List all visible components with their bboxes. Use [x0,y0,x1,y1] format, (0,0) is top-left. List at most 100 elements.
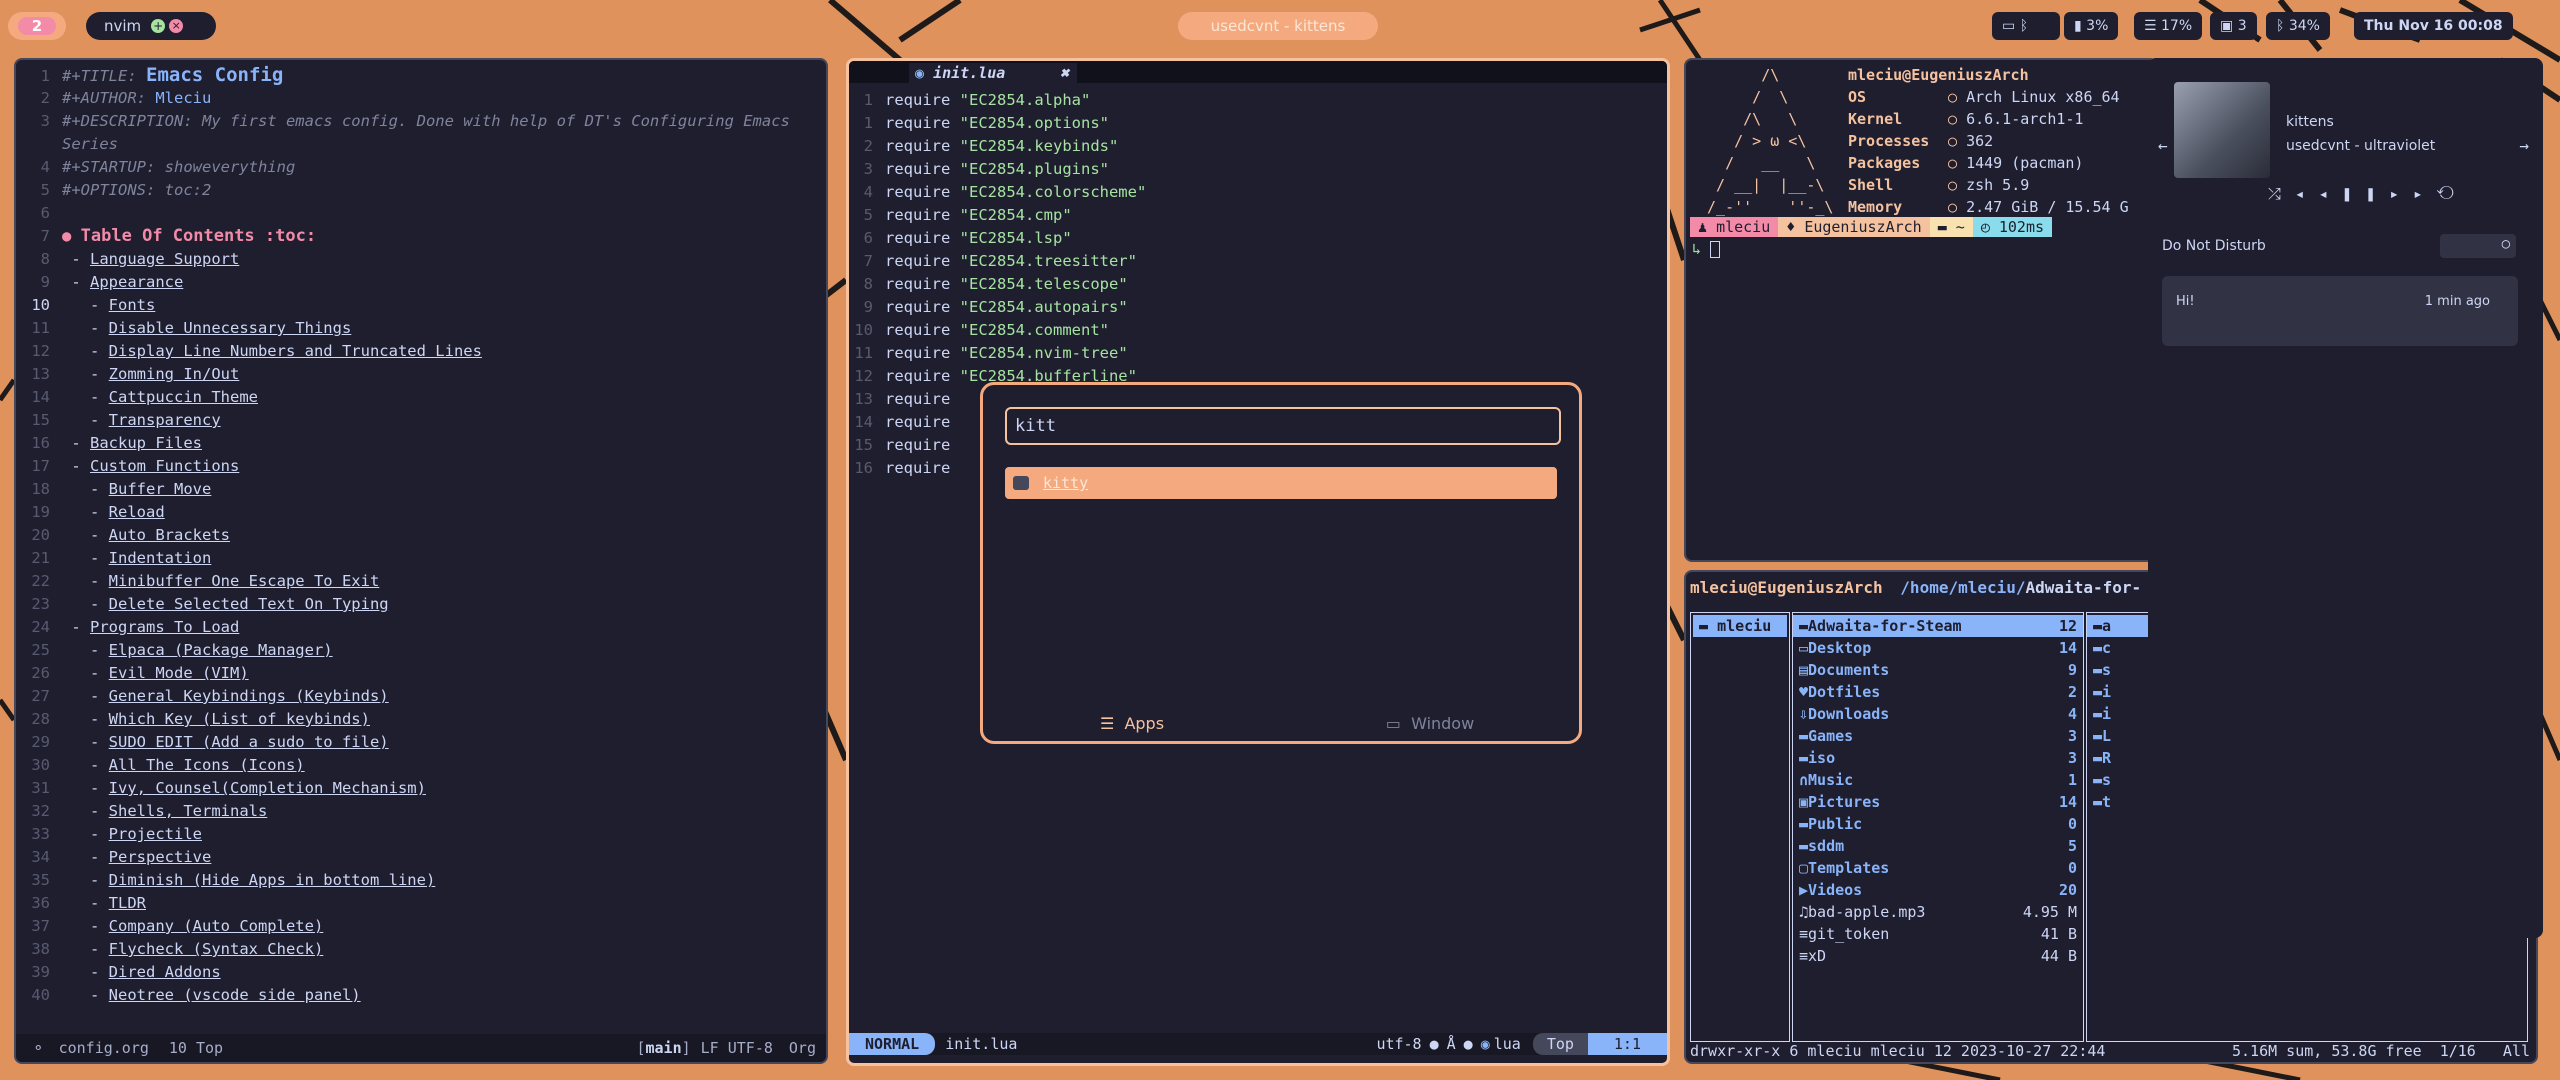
emacs-line[interactable]: 19 - Reload [16,501,790,524]
close-icon[interactable]: × [169,19,184,33]
tray-icons[interactable]: ▭ ᛒ [1992,12,2060,40]
fm-entry[interactable]: ⇩ Downloads 4 [1793,703,2083,725]
fm-entry[interactable]: ▬ Adwaita-for-Steam 12 [1793,615,2083,637]
fm-parent-item[interactable]: ▬ mleciu [1693,615,1787,637]
notification-card[interactable]: Hi! 1 min ago [2162,276,2518,346]
fm-entry[interactable]: ≡ git_token 41 B [1793,923,2083,945]
prev-arrow-icon[interactable]: ← [2158,136,2168,155]
emacs-line[interactable]: 32 - Shells, Terminals [16,800,790,823]
maximize-icon[interactable]: + [151,19,166,33]
launcher-search-input[interactable] [1005,407,1561,445]
emacs-line[interactable]: 38 - Flycheck (Syntax Check) [16,938,790,961]
emacs-line[interactable]: 15 - Transparency [16,409,790,432]
launcher-result-kitty[interactable]: kitty [1005,467,1557,499]
emacs-line[interactable]: 1 #+TITLE: Emacs Config [16,64,790,87]
nvim-line[interactable]: 3 require "EC2854.plugins" [849,158,1146,181]
bluetooth-widget[interactable]: ᛒ 34% [2266,12,2330,40]
emacs-line[interactable]: 31 - Ivy, Counsel(Completion Mechanism) [16,777,790,800]
emacs-line[interactable]: 18 - Buffer Move [16,478,790,501]
fm-entry[interactable]: ▬ sddm 5 [1793,835,2083,857]
workspace-indicator[interactable]: 2 [8,12,66,40]
emacs-line[interactable]: 10 - Fonts [16,294,790,317]
emacs-line[interactable]: 39 - Dired Addons [16,961,790,984]
nvim-line[interactable]: 8 require "EC2854.telescope" [849,273,1146,296]
nvim-line[interactable]: 4 require "EC2854.colorscheme" [849,181,1147,204]
fm-entry[interactable]: ▬ Public 0 [1793,813,2083,835]
emacs-line[interactable]: 21 - Indentation [16,547,790,570]
fm-entry[interactable]: ▬ Games 3 [1793,725,2083,747]
repeat-icon[interactable]: ⟲ [2437,184,2468,203]
emacs-line[interactable]: 11 - Disable Unnecessary Things [16,317,790,340]
nvim-line[interactable]: 9 require "EC2854.autopairs" [849,296,1146,319]
emacs-line[interactable]: 3 #+DESCRIPTION: My first emacs config. D… [16,110,790,133]
emacs-buffer[interactable]: 1 #+TITLE: Emacs Config 2 #+AUTHOR: Mleciu 3… [16,64,790,1007]
emacs-line[interactable]: 17 - Custom Functions [16,455,790,478]
emacs-line[interactable]: 12 - Display Line Numbers and Truncated … [16,340,790,363]
emacs-line[interactable]: 29 - SUDO EDIT (Add a sudo to file) [16,731,790,754]
dnd-toggle[interactable]: ○ [2440,234,2516,258]
fm-entry[interactable]: ▭ Desktop 14 [1793,637,2083,659]
next-arrow-icon[interactable]: → [2519,136,2529,155]
fm-entry[interactable]: ≡ xD 44 B [1793,945,2083,967]
memory-widget[interactable]: ☰ 17% [2134,12,2203,40]
rewind-icon[interactable]: ◂◂ [2295,184,2342,203]
fm-current-column[interactable]: ▬ Adwaita-for-Steam 12 ▭ Desktop 14 ▤ Docume… [1792,612,2084,1042]
battery-widget[interactable]: ▮ 3% [2064,12,2119,40]
emacs-line[interactable]: 4 #+STARTUP: showeverything [16,156,790,179]
emacs-line[interactable]: 14 - Cattpuccin Theme [16,386,790,409]
nvim-line[interactable]: 11 require "EC2854.nvim-tree" [849,342,1146,365]
fetch-terminal[interactable]: /\ / \ /\ \ / > ω <\ / __ \ / __| |__-\ … [1684,58,2158,562]
tab-close-icon[interactable]: ✖ [1060,63,1069,83]
emacs-line[interactable]: 28 - Which Key (List of keybinds) [16,708,790,731]
fm-parent-column[interactable]: ▬ mleciu [1690,612,1790,1042]
fm-entry[interactable]: ∩ Music 1 [1793,769,2083,791]
active-app-pill[interactable]: nvim + × [86,12,216,40]
clock[interactable]: Thu Nov 16 00:08 [2354,12,2513,40]
nvim-line[interactable]: 2 require "EC2854.keybinds" [849,135,1146,158]
launcher-tab-apps[interactable]: ☰ Apps [983,714,1281,733]
nvim-line[interactable]: 6 require "EC2854.lsp" [849,227,1146,250]
app-launcher[interactable]: kitty ☰ Apps ▭ Window [980,382,1582,744]
emacs-line[interactable]: 20 - Auto Brackets [16,524,790,547]
terminal-cursor[interactable]: ↳ [1692,240,1721,258]
emacs-line[interactable]: 25 - Elpaca (Package Manager) [16,639,790,662]
emacs-line[interactable]: 22 - Minibuffer One Escape To Exit [16,570,790,593]
emacs-line[interactable]: 40 - Neotree (vscode side panel) [16,984,790,1007]
shuffle-icon[interactable]: ⤮ [2268,184,2295,203]
emacs-line[interactable]: 23 - Delete Selected Text On Typing [16,593,790,616]
forward-icon[interactable]: ▸▸ [2389,184,2436,203]
emacs-line[interactable]: 16 - Backup Files [16,432,790,455]
emacs-line[interactable]: 35 - Diminish (Hide Apps in bottom line) [16,869,790,892]
fm-entry[interactable]: ▤ Documents 9 [1793,659,2083,681]
buffer-tab[interactable]: ◉ init.lua ✖ [909,63,1077,83]
nvim-line[interactable]: 1 require "EC2854.options" [849,112,1146,135]
nvim-line[interactable]: 7 require "EC2854.treesitter" [849,250,1146,273]
bluetooth-icon[interactable]: ᛒ [2020,18,2028,34]
emacs-line[interactable]: 33 - Projectile [16,823,790,846]
fm-entry[interactable]: ▣ Pictures 14 [1793,791,2083,813]
emacs-line[interactable]: 27 - General Keybindings (Keybinds) [16,685,790,708]
emacs-line[interactable]: 30 - All The Icons (Icons) [16,754,790,777]
nvim-line[interactable]: 5 require "EC2854.cmp" [849,204,1146,227]
fm-entry[interactable]: ♥ Dotfiles 2 [1793,681,2083,703]
launcher-tab-window[interactable]: ▭ Window [1281,714,1579,733]
emacs-line[interactable]: 2 #+AUTHOR: Mleciu [16,87,790,110]
emacs-line[interactable]: 7 ● Table Of Contents :toc: [16,225,790,248]
display-widget[interactable]: ▣ 3 [2210,12,2257,40]
notification-center[interactable]: ← → kittens usedcvnt - ultraviolet ⤮◂◂❚❚… [2148,58,2543,938]
emacs-window[interactable]: 1 #+TITLE: Emacs Config 2 #+AUTHOR: Mleciu 3… [14,58,828,1064]
emacs-line[interactable]: 37 - Company (Auto Complete) [16,915,790,938]
emacs-line[interactable]: 9 - Appearance [16,271,790,294]
media-player[interactable]: ← → kittens usedcvnt - ultraviolet ⤮◂◂❚❚… [2158,66,2533,226]
fm-entry[interactable]: ▬ iso 3 [1793,747,2083,769]
emacs-line[interactable]: 13 - Zomming In/Out [16,363,790,386]
emacs-line[interactable]: 5 #+OPTIONS: toc:2 [16,179,790,202]
emacs-line[interactable]: 8 - Language Support [16,248,790,271]
nvim-line[interactable]: 1 require "EC2854.alpha" [849,89,1146,112]
fm-entry[interactable]: ▶ Videos 20 [1793,879,2083,901]
emacs-line[interactable]: 24 - Programs To Load [16,616,790,639]
pause-icon[interactable]: ❚❚ [2342,184,2389,203]
screen-icon[interactable]: ▭ [2002,18,2015,34]
fm-entry[interactable]: ♫ bad-apple.mp3 4.95 M [1793,901,2083,923]
fm-entry[interactable]: ▢ Templates 0 [1793,857,2083,879]
